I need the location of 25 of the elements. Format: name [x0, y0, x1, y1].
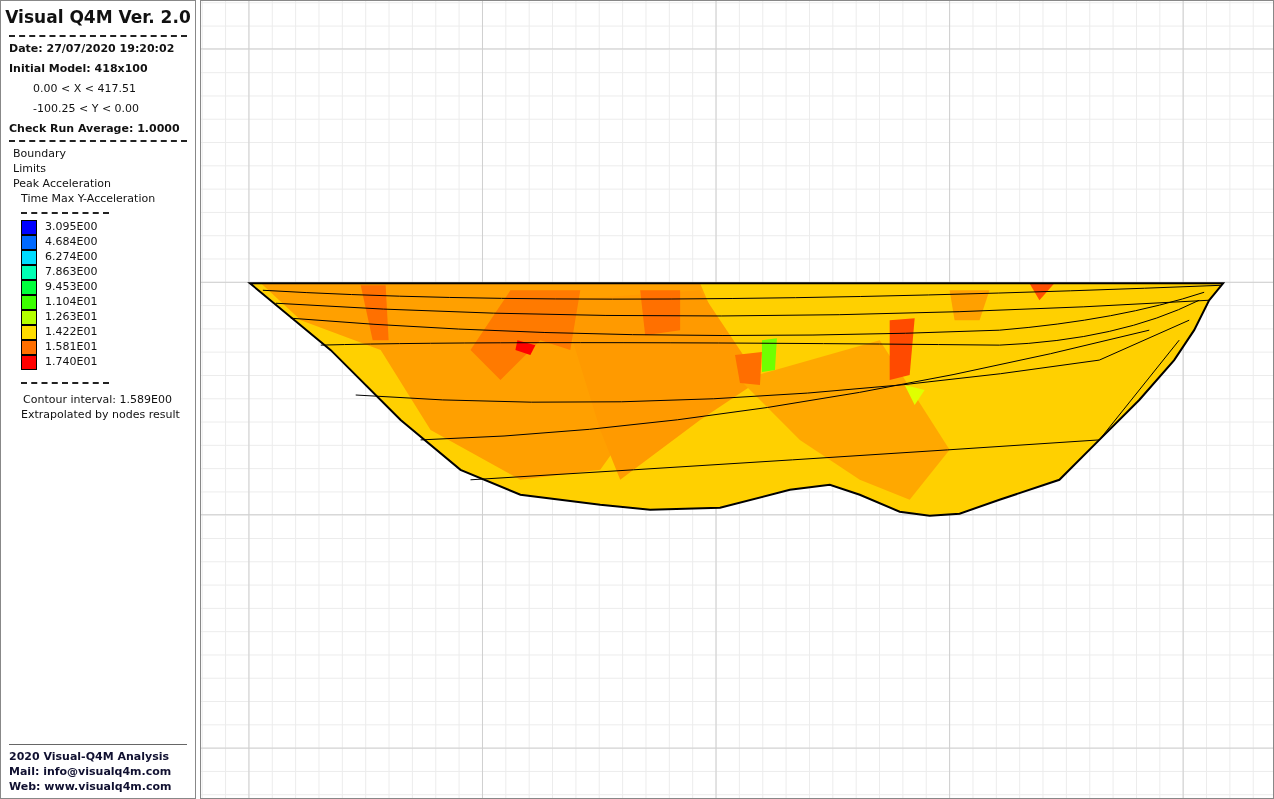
legend-value: 1.581E01	[45, 338, 98, 355]
legend-value: 1.104E01	[45, 293, 98, 310]
legend-value: 1.740E01	[45, 353, 98, 370]
x-range-text: 0.00 < X < 417.51	[32, 80, 137, 96]
contour-interval-text: Contour interval: 1.589E00	[22, 391, 173, 407]
legend-value: 3.095E00	[45, 218, 98, 235]
legend-value: 7.863E00	[45, 263, 98, 280]
model-size-text: Initial Model: 418x100	[9, 60, 149, 76]
legend-value: 6.274E00	[45, 248, 98, 265]
legend-value: 1.422E01	[45, 323, 98, 340]
result-label: Time Max Y-Acceleration	[20, 190, 157, 206]
app-title: Visual Q4M Ver. 2.0	[4, 6, 192, 29]
layer-label: Peak Acceleration	[13, 175, 112, 191]
footer-text: Mail: info@visualq4m.com	[9, 764, 173, 779]
layer-label: Limits	[13, 160, 47, 176]
date-text: Date: 27/07/2020 19:20:02	[9, 40, 176, 56]
layer-label: Boundary	[13, 145, 67, 161]
footer-text: 2020 Visual-Q4M Analysis	[9, 749, 171, 764]
footer-text: Web: www.visualq4m.com	[9, 779, 173, 794]
legend-value: 1.263E01	[45, 308, 98, 325]
check-run-text: Check Run Average: 1.0000	[9, 120, 181, 136]
y-range-text: -100.25 < Y < 0.00	[32, 100, 141, 116]
legend-value: 4.684E00	[45, 233, 98, 250]
legend-value: 9.453E00	[45, 278, 98, 295]
extrapolation-note: Extrapolated by nodes result	[20, 406, 181, 422]
